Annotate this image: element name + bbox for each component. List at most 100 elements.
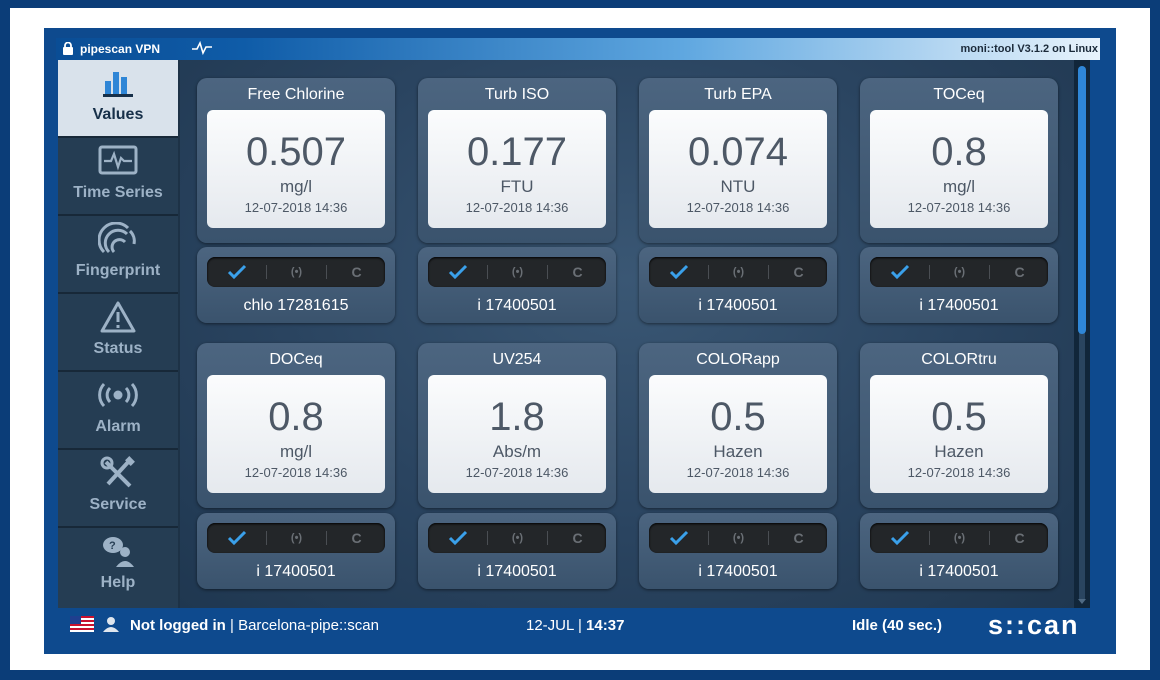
status-bar: Not logged in | Barcelona-pipe::scan 12-… [56, 608, 1100, 642]
measurement-unit: Hazen [713, 442, 763, 461]
sensor-status-panel: (•) C i 17400501 [197, 513, 395, 589]
broadcast-icon: (•) [290, 266, 303, 278]
value-panel: 0.507 mg/l 12-07-2018 14:36 [207, 110, 385, 228]
login-status: Not logged in [130, 617, 226, 634]
sidebar-item-service[interactable]: Service [58, 450, 178, 528]
sensor-serial: chlo 17281615 [243, 297, 349, 314]
measurement-unit: NTU [720, 177, 756, 196]
sensor-serial: i 17400501 [698, 297, 778, 314]
measurement-timestamp: 12-07-2018 14:36 [907, 200, 1011, 215]
fingerprint-icon [58, 222, 178, 256]
us-flag-icon[interactable] [70, 616, 94, 636]
value-card-toceq[interactable]: TOCeq 0.8 mg/l 12-07-2018 14:36 [860, 78, 1058, 243]
measurement-value: 0.074 [687, 130, 789, 174]
value-card-turb-iso[interactable]: Turb ISO 0.177 FTU 12-07-2018 14:36 [418, 78, 616, 243]
version-label: moni::tool V3.1.2 on Linux [960, 43, 1099, 55]
check-icon [649, 523, 708, 553]
status-strip: (•) C [649, 523, 827, 553]
status-strip: (•) C [649, 257, 827, 287]
sidebar-item-label: Time Series [73, 184, 163, 201]
value-panel: 0.074 NTU 12-07-2018 14:36 [649, 110, 827, 228]
value-panel: 1.8 Abs/m 12-07-2018 14:36 [428, 375, 606, 493]
value-card-doceq[interactable]: DOCeq 0.8 mg/l 12-07-2018 14:36 [197, 343, 395, 508]
wrench-screwdriver-icon [58, 456, 178, 490]
value-card-colorapp[interactable]: COLORapp 0.5 Hazen 12-07-2018 14:36 [639, 343, 837, 508]
check-icon [207, 523, 266, 553]
measurement-unit: FTU [500, 177, 534, 196]
card-title: Turb EPA [704, 86, 772, 103]
status-strip: (•) C [428, 523, 606, 553]
sidebar-item-status[interactable]: Status [58, 294, 178, 372]
value-panel: 0.177 FTU 12-07-2018 14:36 [428, 110, 606, 228]
status-strip: (•) C [870, 523, 1048, 553]
value-panel: 0.8 mg/l 12-07-2018 14:36 [207, 375, 385, 493]
broadcast-icon: (•) [511, 266, 524, 278]
measurement-value: 0.8 [268, 395, 324, 439]
value-card-free-chlorine[interactable]: Free Chlorine 0.507 mg/l 12-07-2018 14:3… [197, 78, 395, 243]
calibration-icon: C [351, 530, 362, 546]
calibration-icon: C [1014, 530, 1025, 546]
check-icon [870, 523, 929, 553]
sensor-status-panel: (•) C i 17400501 [639, 513, 837, 589]
measurement-timestamp: 12-07-2018 14:36 [465, 465, 569, 480]
vpn-label: pipescan VPN [80, 42, 161, 56]
idle-status: Idle (40 sec.) [852, 617, 943, 634]
scroll-thumb[interactable] [1078, 66, 1086, 334]
value-card-uv254[interactable]: UV254 1.8 Abs/m 12-07-2018 14:36 [418, 343, 616, 508]
measurement-timestamp: 12-07-2018 14:36 [907, 465, 1011, 480]
scroll-down-arrow-icon[interactable] [1078, 599, 1086, 604]
status-strip: (•) C [428, 257, 606, 287]
sidebar-item-label: Status [93, 340, 143, 357]
card-title: UV254 [492, 351, 542, 368]
lock-icon [62, 41, 74, 58]
value-panel: 0.8 mg/l 12-07-2018 14:36 [870, 110, 1048, 228]
svg-text:?: ? [109, 540, 116, 552]
measurement-timestamp: 12-07-2018 14:36 [465, 200, 569, 215]
measurement-value: 0.8 [931, 130, 987, 174]
value-panel: 0.5 Hazen 12-07-2018 14:36 [649, 375, 827, 493]
sidebar: Values Time Series Fingerprint Status Al… [58, 60, 180, 608]
measurement-unit: mg/l [279, 442, 313, 461]
date-time: 12-JUL | 14:37 [526, 617, 624, 634]
value-panel: 0.5 Hazen 12-07-2018 14:36 [870, 375, 1048, 493]
sidebar-item-label: Service [89, 496, 147, 513]
calibration-icon: C [1014, 264, 1025, 280]
login-info[interactable]: Not logged in | Barcelona-pipe::scan [130, 617, 379, 634]
monitor-pulse-icon [58, 144, 178, 178]
sensor-status-panel: (•) C i 17400501 [418, 247, 616, 323]
card-title: COLORapp [696, 351, 780, 368]
date-label: 12-JUL [526, 617, 574, 634]
sensor-serial: i 17400501 [256, 563, 336, 580]
sidebar-item-alarm[interactable]: Alarm [58, 372, 178, 450]
check-icon [870, 257, 929, 287]
sensor-status-panel: (•) C i 17400501 [418, 513, 616, 589]
card-title: COLORtru [921, 351, 997, 368]
measurement-value: 1.8 [489, 395, 545, 439]
card-title: DOCeq [269, 351, 323, 368]
site-name: Barcelona-pipe::scan [238, 617, 379, 634]
user-icon[interactable] [102, 616, 120, 636]
sidebar-item-label: Fingerprint [75, 262, 161, 279]
title-bar: pipescan VPN moni::tool V3.1.2 on Linux [56, 38, 1100, 60]
sensor-serial: i 17400501 [919, 563, 999, 580]
sidebar-item-values[interactable]: Values [58, 60, 178, 138]
status-strip: (•) C [207, 257, 385, 287]
scan-logo: s::can [988, 610, 1080, 640]
sidebar-item-fingerprint[interactable]: Fingerprint [58, 216, 178, 294]
vertical-scrollbar[interactable] [1074, 60, 1090, 608]
card-title: Free Chlorine [247, 86, 345, 103]
value-card-turb-epa[interactable]: Turb EPA 0.074 NTU 12-07-2018 14:36 [639, 78, 837, 243]
sensor-serial: i 17400501 [477, 563, 557, 580]
measurement-timestamp: 12-07-2018 14:36 [244, 200, 348, 215]
measurement-value: 0.177 [466, 130, 568, 174]
sidebar-item-label: Help [100, 574, 136, 591]
sidebar-item-time-series[interactable]: Time Series [58, 138, 178, 216]
calibration-icon: C [572, 264, 583, 280]
sidebar-item-help[interactable]: ? Help [58, 528, 178, 608]
value-card-colortru[interactable]: COLORtru 0.5 Hazen 12-07-2018 14:36 [860, 343, 1058, 508]
measurement-unit: mg/l [942, 177, 976, 196]
broadcast-icon: (•) [953, 532, 966, 544]
date-separator: | [573, 617, 587, 634]
sensor-status-panel: (•) C chlo 17281615 [197, 247, 395, 323]
calibration-icon: C [793, 264, 804, 280]
